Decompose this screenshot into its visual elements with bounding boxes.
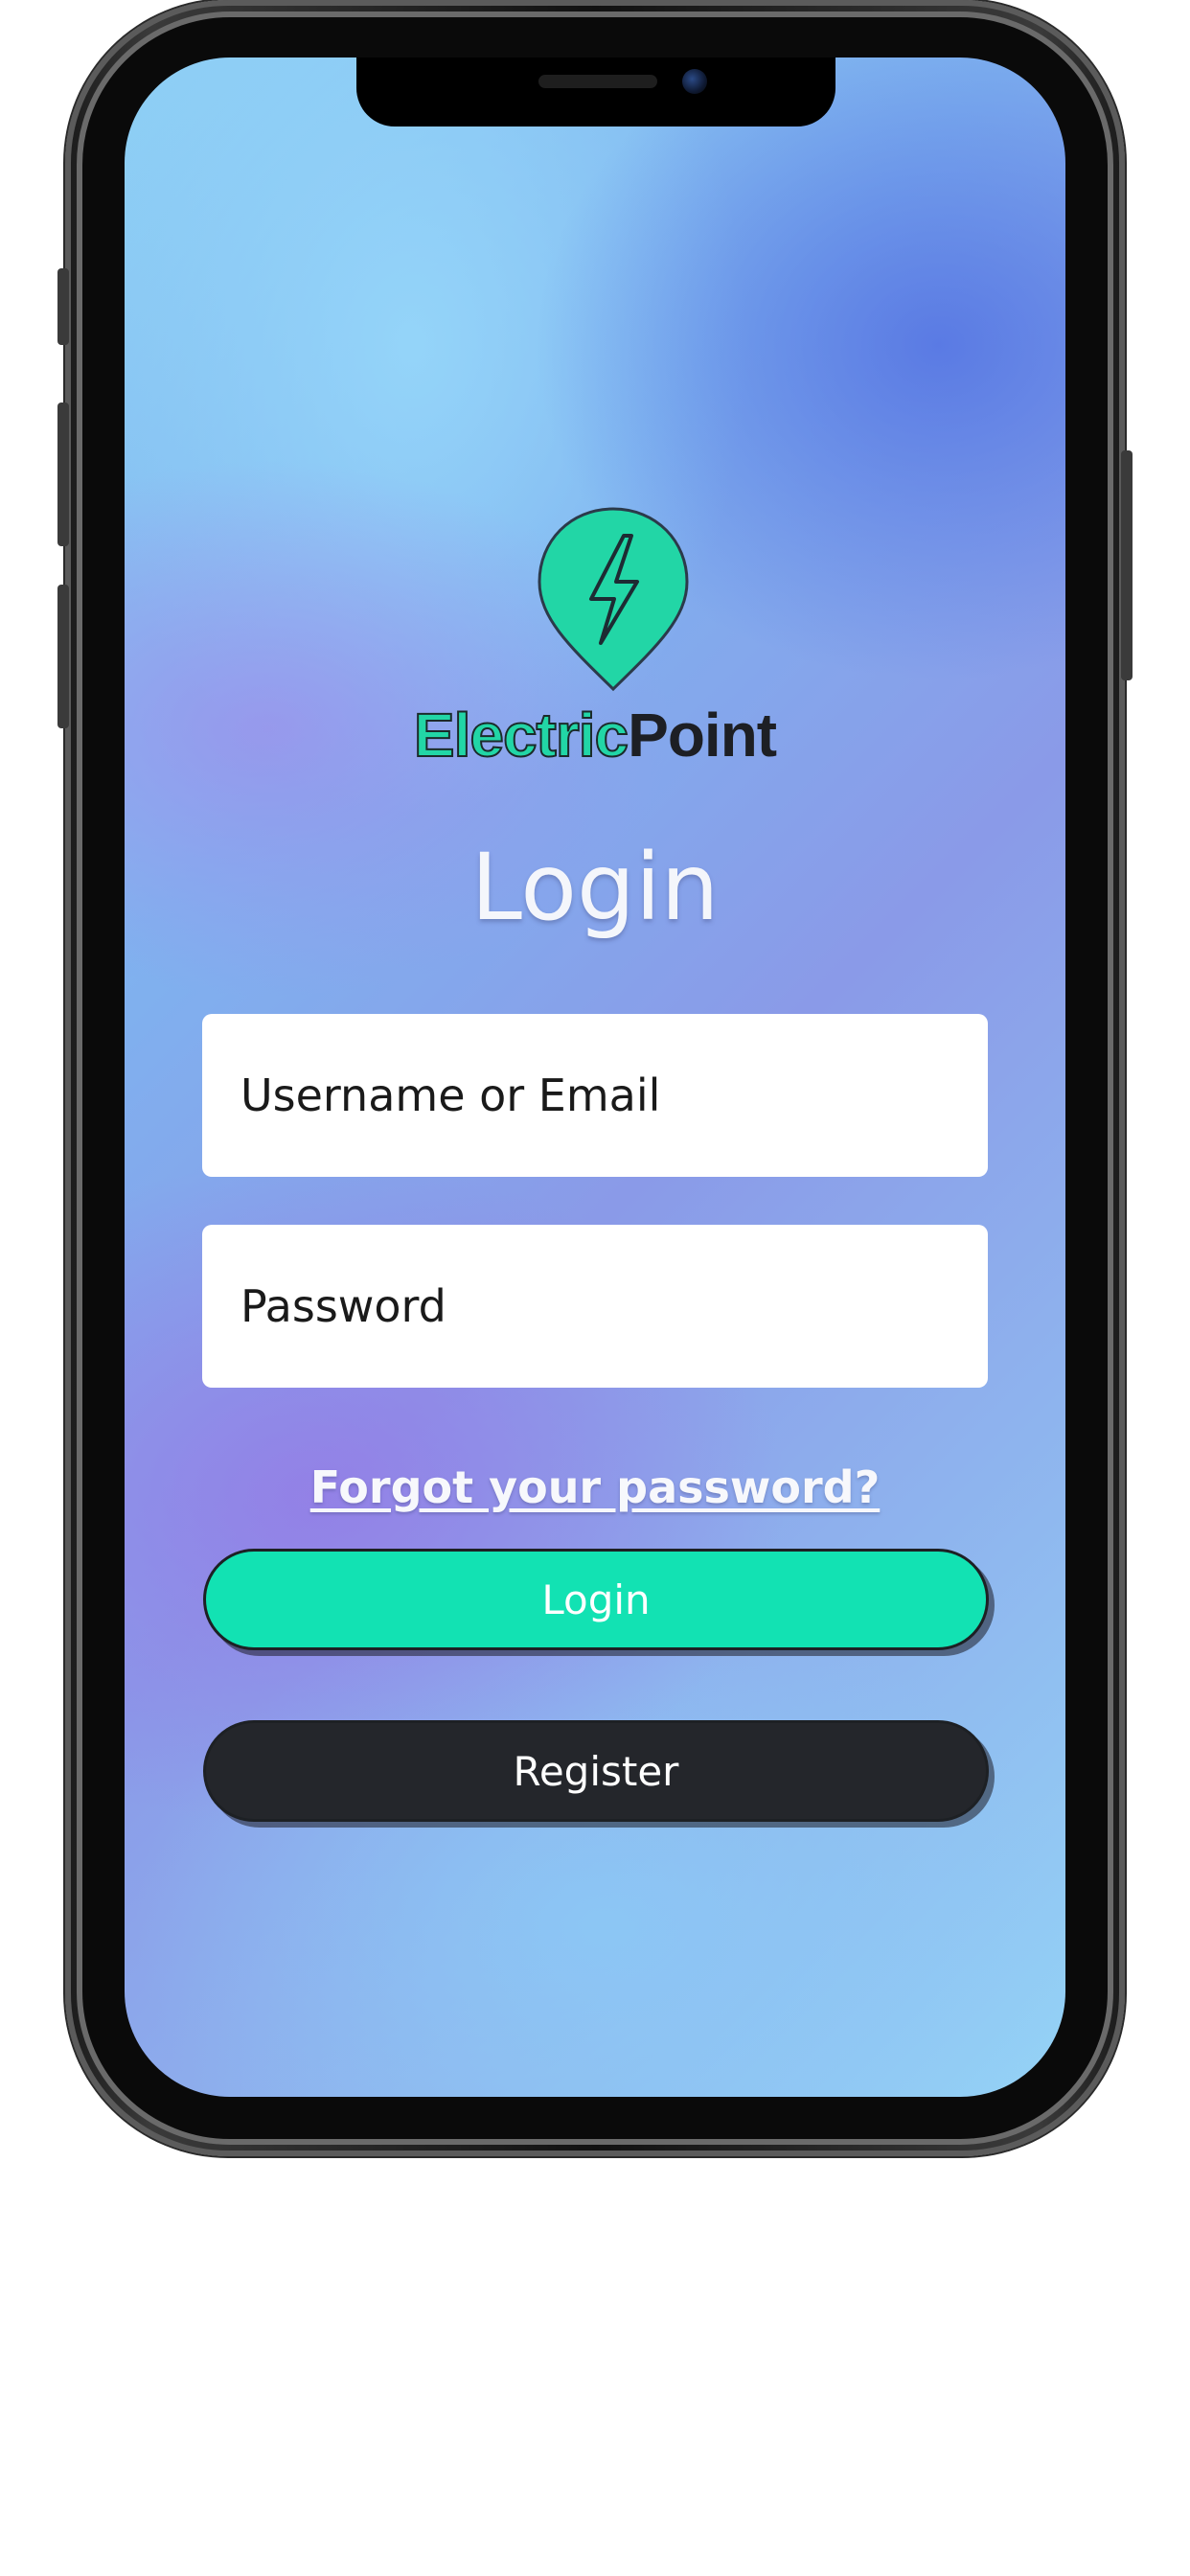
brand-name-electric: Electric (413, 700, 629, 770)
register-button-label: Register (513, 1747, 679, 1795)
brand-name-point: Point (628, 701, 777, 770)
front-camera-icon (682, 69, 707, 94)
forgot-password-link[interactable]: Forgot your password? (125, 1461, 1065, 1513)
brand-wordmark: ElectricPoint (125, 700, 1065, 770)
password-placeholder: Password (240, 1280, 446, 1332)
power-button (1121, 450, 1133, 680)
login-button[interactable]: Login (203, 1549, 989, 1650)
volume-down-button (57, 585, 69, 728)
location-pin-logo-icon (538, 507, 689, 692)
app-screen: ElectricPoint Login Username or Email Pa… (125, 58, 1065, 2097)
password-input[interactable]: Password (202, 1225, 988, 1388)
username-placeholder: Username or Email (240, 1070, 661, 1121)
register-button[interactable]: Register (203, 1720, 989, 1822)
username-email-input[interactable]: Username or Email (202, 1014, 988, 1177)
volume-up-button (57, 402, 69, 546)
notch (356, 58, 835, 126)
page-title: Login (470, 834, 720, 941)
silent-switch (57, 268, 69, 345)
speaker-grille (538, 75, 657, 88)
login-button-label: Login (541, 1576, 651, 1623)
